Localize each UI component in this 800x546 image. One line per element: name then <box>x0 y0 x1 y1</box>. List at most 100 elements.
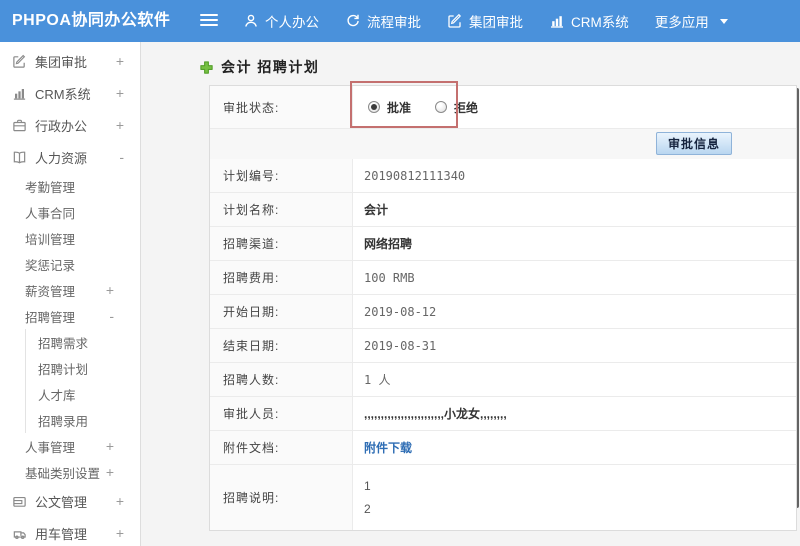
expand-icon[interactable]: + <box>106 283 114 297</box>
sidebar-item-label: 考勤管理 <box>25 180 76 195</box>
radio-approve-icon[interactable] <box>368 101 380 113</box>
sidebar-item-label: 人事合同 <box>25 206 76 221</box>
expand-icon[interactable]: + <box>106 465 114 479</box>
radio-approve[interactable]: 批准 <box>368 99 411 116</box>
field-value-text: ,,,,,,,,,,,,,,,,,,,,,,,,小龙女,,,,,,,, <box>364 407 507 421</box>
sidebar-item-label: 招聘管理 <box>25 310 76 325</box>
sidebar-item-label: 薪资管理 <box>25 284 76 299</box>
hamburger-icon[interactable] <box>200 14 218 28</box>
sidebar-item-8[interactable]: 奖惩记录 <box>0 251 140 277</box>
topbar-menu: 个人办公 流程审批 集团审批 CRM系统 更多应用 <box>243 0 728 42</box>
field-label: 计划名称: <box>210 193 353 226</box>
topbar-item-5[interactable]: 更多应用 <box>655 11 728 31</box>
person-icon <box>243 13 259 29</box>
approval-radio-group: 批准 拒绝 <box>353 86 796 128</box>
field-value-text: 100 RMB <box>364 270 415 285</box>
field-value: 100 RMB <box>353 261 796 294</box>
field-value-line: 2 <box>364 502 371 516</box>
sidebar: 集团审批 + CRM系统 + 行政办公 + 人力资源 - 考勤管理 人事合同 培训管理 奖惩记录 薪资管… <box>0 42 141 546</box>
sidebar-item-label: 人事管理 <box>25 440 76 455</box>
topbar-item-label: 集团审批 <box>469 15 523 30</box>
topbar-item-label: 流程审批 <box>367 15 421 30</box>
field-value-text: 1 人 <box>364 373 391 387</box>
field-row: 招聘费用: 100 RMB <box>210 260 796 294</box>
expand-icon[interactable]: + <box>106 439 114 453</box>
field-row: 结束日期: 2019-08-31 <box>210 328 796 362</box>
sidebar-item-5[interactable]: 考勤管理 <box>0 173 140 199</box>
field-value-text: 网络招聘 <box>364 237 413 251</box>
attachment-download-link[interactable]: 附件下载 <box>364 439 412 456</box>
field-rows: 计划编号: 20190812111340 计划名称: 会计 招聘渠道: 网络招聘 招聘费用:… <box>210 159 796 530</box>
expand-icon[interactable]: + <box>116 54 124 68</box>
page-title: 会计 招聘计划 <box>221 59 320 75</box>
approval-info-button[interactable]: 审批信息 <box>655 132 732 155</box>
field-row: 招聘人数: 1 人 <box>210 362 796 396</box>
detail-table: 审批状态: 批准 拒绝 审批信息 计划编号: 20190812111340 计划名称… <box>209 85 797 531</box>
field-row: 计划编号: 20190812111340 <box>210 159 796 192</box>
sidebar-item-18[interactable]: 用车管理 + <box>0 517 140 546</box>
field-label: 招聘说明: <box>210 465 353 530</box>
chart-icon <box>12 86 27 101</box>
sidebar-item-label: 行政办公 <box>35 118 88 134</box>
field-value: 附件下载 <box>353 431 796 464</box>
app-brand[interactable]: PHPOA协同办公软件 <box>12 0 170 42</box>
field-label: 附件文档: <box>210 431 353 464</box>
topbar-item-3[interactable]: 集团审批 <box>447 11 523 31</box>
sidebar-item-label: 公文管理 <box>35 494 88 510</box>
sidebar-menu: 集团审批 + CRM系统 + 行政办公 + 人力资源 - 考勤管理 人事合同 培训管理 奖惩记录 薪资管… <box>0 45 140 546</box>
expand-icon[interactable]: + <box>116 526 124 540</box>
sidebar-item-3[interactable]: 行政办公 + <box>0 109 140 141</box>
topbar-item-2[interactable]: 流程审批 <box>345 11 421 31</box>
topbar-item-4[interactable]: CRM系统 <box>549 11 629 31</box>
field-value-text: 20190812111340 <box>364 168 466 183</box>
sidebar-item-14[interactable]: 招聘录用 <box>25 407 140 433</box>
sidebar-item-12[interactable]: 招聘计划 <box>25 355 140 381</box>
cycle-icon <box>345 13 361 29</box>
expand-icon[interactable]: + <box>116 118 124 132</box>
field-label: 招聘费用: <box>210 261 353 294</box>
sidebar-item-label: 招聘录用 <box>38 414 89 429</box>
sidebar-item-17[interactable]: 公文管理 + <box>0 485 140 517</box>
sidebar-item-label: 培训管理 <box>25 232 76 247</box>
sidebar-item-16[interactable]: 基础类别设置 + <box>0 459 140 485</box>
topbar: PHPOA协同办公软件 个人办公 流程审批 集团审批 CRM系统 更多应用 <box>0 0 800 42</box>
field-label: 开始日期: <box>210 295 353 328</box>
sidebar-item-label: 人才库 <box>38 388 76 403</box>
radio-reject[interactable]: 拒绝 <box>435 99 478 116</box>
field-label: 结束日期: <box>210 329 353 362</box>
sidebar-item-4[interactable]: 人力资源 - <box>0 141 140 173</box>
sidebar-item-1[interactable]: 集团审批 + <box>0 45 140 77</box>
field-row: 开始日期: 2019-08-12 <box>210 294 796 328</box>
sidebar-item-label: 集团审批 <box>35 54 88 70</box>
edit-icon <box>12 54 27 69</box>
sidebar-item-10[interactable]: 招聘管理 - <box>0 303 140 329</box>
briefcase-icon <box>12 118 27 133</box>
radio-reject-icon[interactable] <box>435 101 448 113</box>
main-content: 会计 招聘计划 审批状态: 批准 拒绝 审批信息 计划编号: 2019081211… <box>141 42 800 546</box>
sidebar-item-11[interactable]: 招聘需求 <box>25 329 140 355</box>
topbar-item-1[interactable]: 个人办公 <box>243 11 319 31</box>
field-row: 招聘渠道: 网络招聘 <box>210 226 796 260</box>
field-value-text: 会计 <box>364 203 389 217</box>
field-value: 网络招聘 <box>353 227 796 260</box>
sidebar-item-6[interactable]: 人事合同 <box>0 199 140 225</box>
sidebar-item-15[interactable]: 人事管理 + <box>0 433 140 459</box>
sidebar-item-2[interactable]: CRM系统 + <box>0 77 140 109</box>
field-value: ,,,,,,,,,,,,,,,,,,,,,,,,小龙女,,,,,,,, <box>353 397 796 430</box>
field-label: 审批人员: <box>210 397 353 430</box>
add-plus-icon <box>199 60 214 75</box>
field-row: 计划名称: 会计 <box>210 192 796 226</box>
field-label: 审批状态: <box>210 86 353 128</box>
collapse-icon[interactable]: - <box>109 309 114 323</box>
field-row: 招聘说明: 1 2 <box>210 464 796 530</box>
sidebar-item-9[interactable]: 薪资管理 + <box>0 277 140 303</box>
field-value-line: 1 <box>364 479 371 493</box>
sidebar-item-7[interactable]: 培训管理 <box>0 225 140 251</box>
expand-icon[interactable]: + <box>116 494 124 508</box>
field-value: 1 人 <box>353 363 796 396</box>
expand-icon[interactable]: + <box>116 86 124 100</box>
sidebar-item-13[interactable]: 人才库 <box>25 381 140 407</box>
chevron-down-icon <box>719 18 728 24</box>
collapse-icon[interactable]: - <box>119 150 124 164</box>
field-label: 招聘渠道: <box>210 227 353 260</box>
